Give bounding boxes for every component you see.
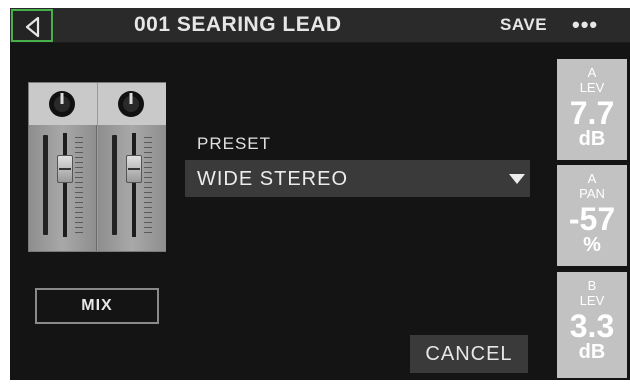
mixer-channel-2 [98,83,166,251]
param-line2: LEV [579,293,605,308]
preset-label: PRESET [197,134,272,153]
knob-icon [49,91,75,117]
fader-cap [126,155,142,183]
param-b-level-knob[interactable]: B LEV 3.3 dB [557,272,627,378]
back-button[interactable] [11,9,53,42]
param-unit: % [583,234,601,256]
mix-button[interactable]: MIX [35,288,159,324]
caret-down-icon [509,174,525,184]
param-line1: B [587,278,597,293]
param-line2: LEV [579,80,605,95]
param-line1: A [587,65,597,80]
fader-ticks [75,137,83,237]
param-value: 7.7 [569,95,615,131]
preset-title: 001 SEARING LEAD [134,13,342,36]
param-value: -57 [568,201,616,237]
chevron-left-icon [25,16,40,38]
preset-value: WIDE STEREO [197,168,349,190]
fader-slot [63,133,67,237]
fader-track [43,135,48,235]
fader-cap [57,155,73,183]
save-button[interactable]: SAVE [500,15,547,35]
fader-track [112,135,117,235]
fader-ticks [144,137,152,237]
param-unit: dB [578,341,606,363]
preset-dropdown[interactable]: WIDE STEREO [185,160,530,197]
param-line1: A [587,171,597,186]
cancel-button[interactable]: CANCEL [410,335,528,373]
more-options-button[interactable]: ••• [572,12,598,38]
param-a-level-knob[interactable]: A LEV 7.7 dB [557,59,627,160]
mixer-strip-icon [28,82,166,252]
knob-icon [118,91,144,117]
knob-area [29,83,97,125]
knob-area [98,83,166,125]
param-a-pan-knob[interactable]: A PAN -57 % [557,165,627,266]
screen: 001 SEARING LEAD SAVE ••• MIX PRESET WID… [10,8,630,380]
param-line2: PAN [579,186,605,201]
param-unit: dB [578,128,606,150]
mixer-channel-1 [29,83,97,251]
param-value: 3.3 [569,308,615,344]
top-bar: 001 SEARING LEAD SAVE ••• [10,8,630,43]
fader-slot [132,133,136,237]
